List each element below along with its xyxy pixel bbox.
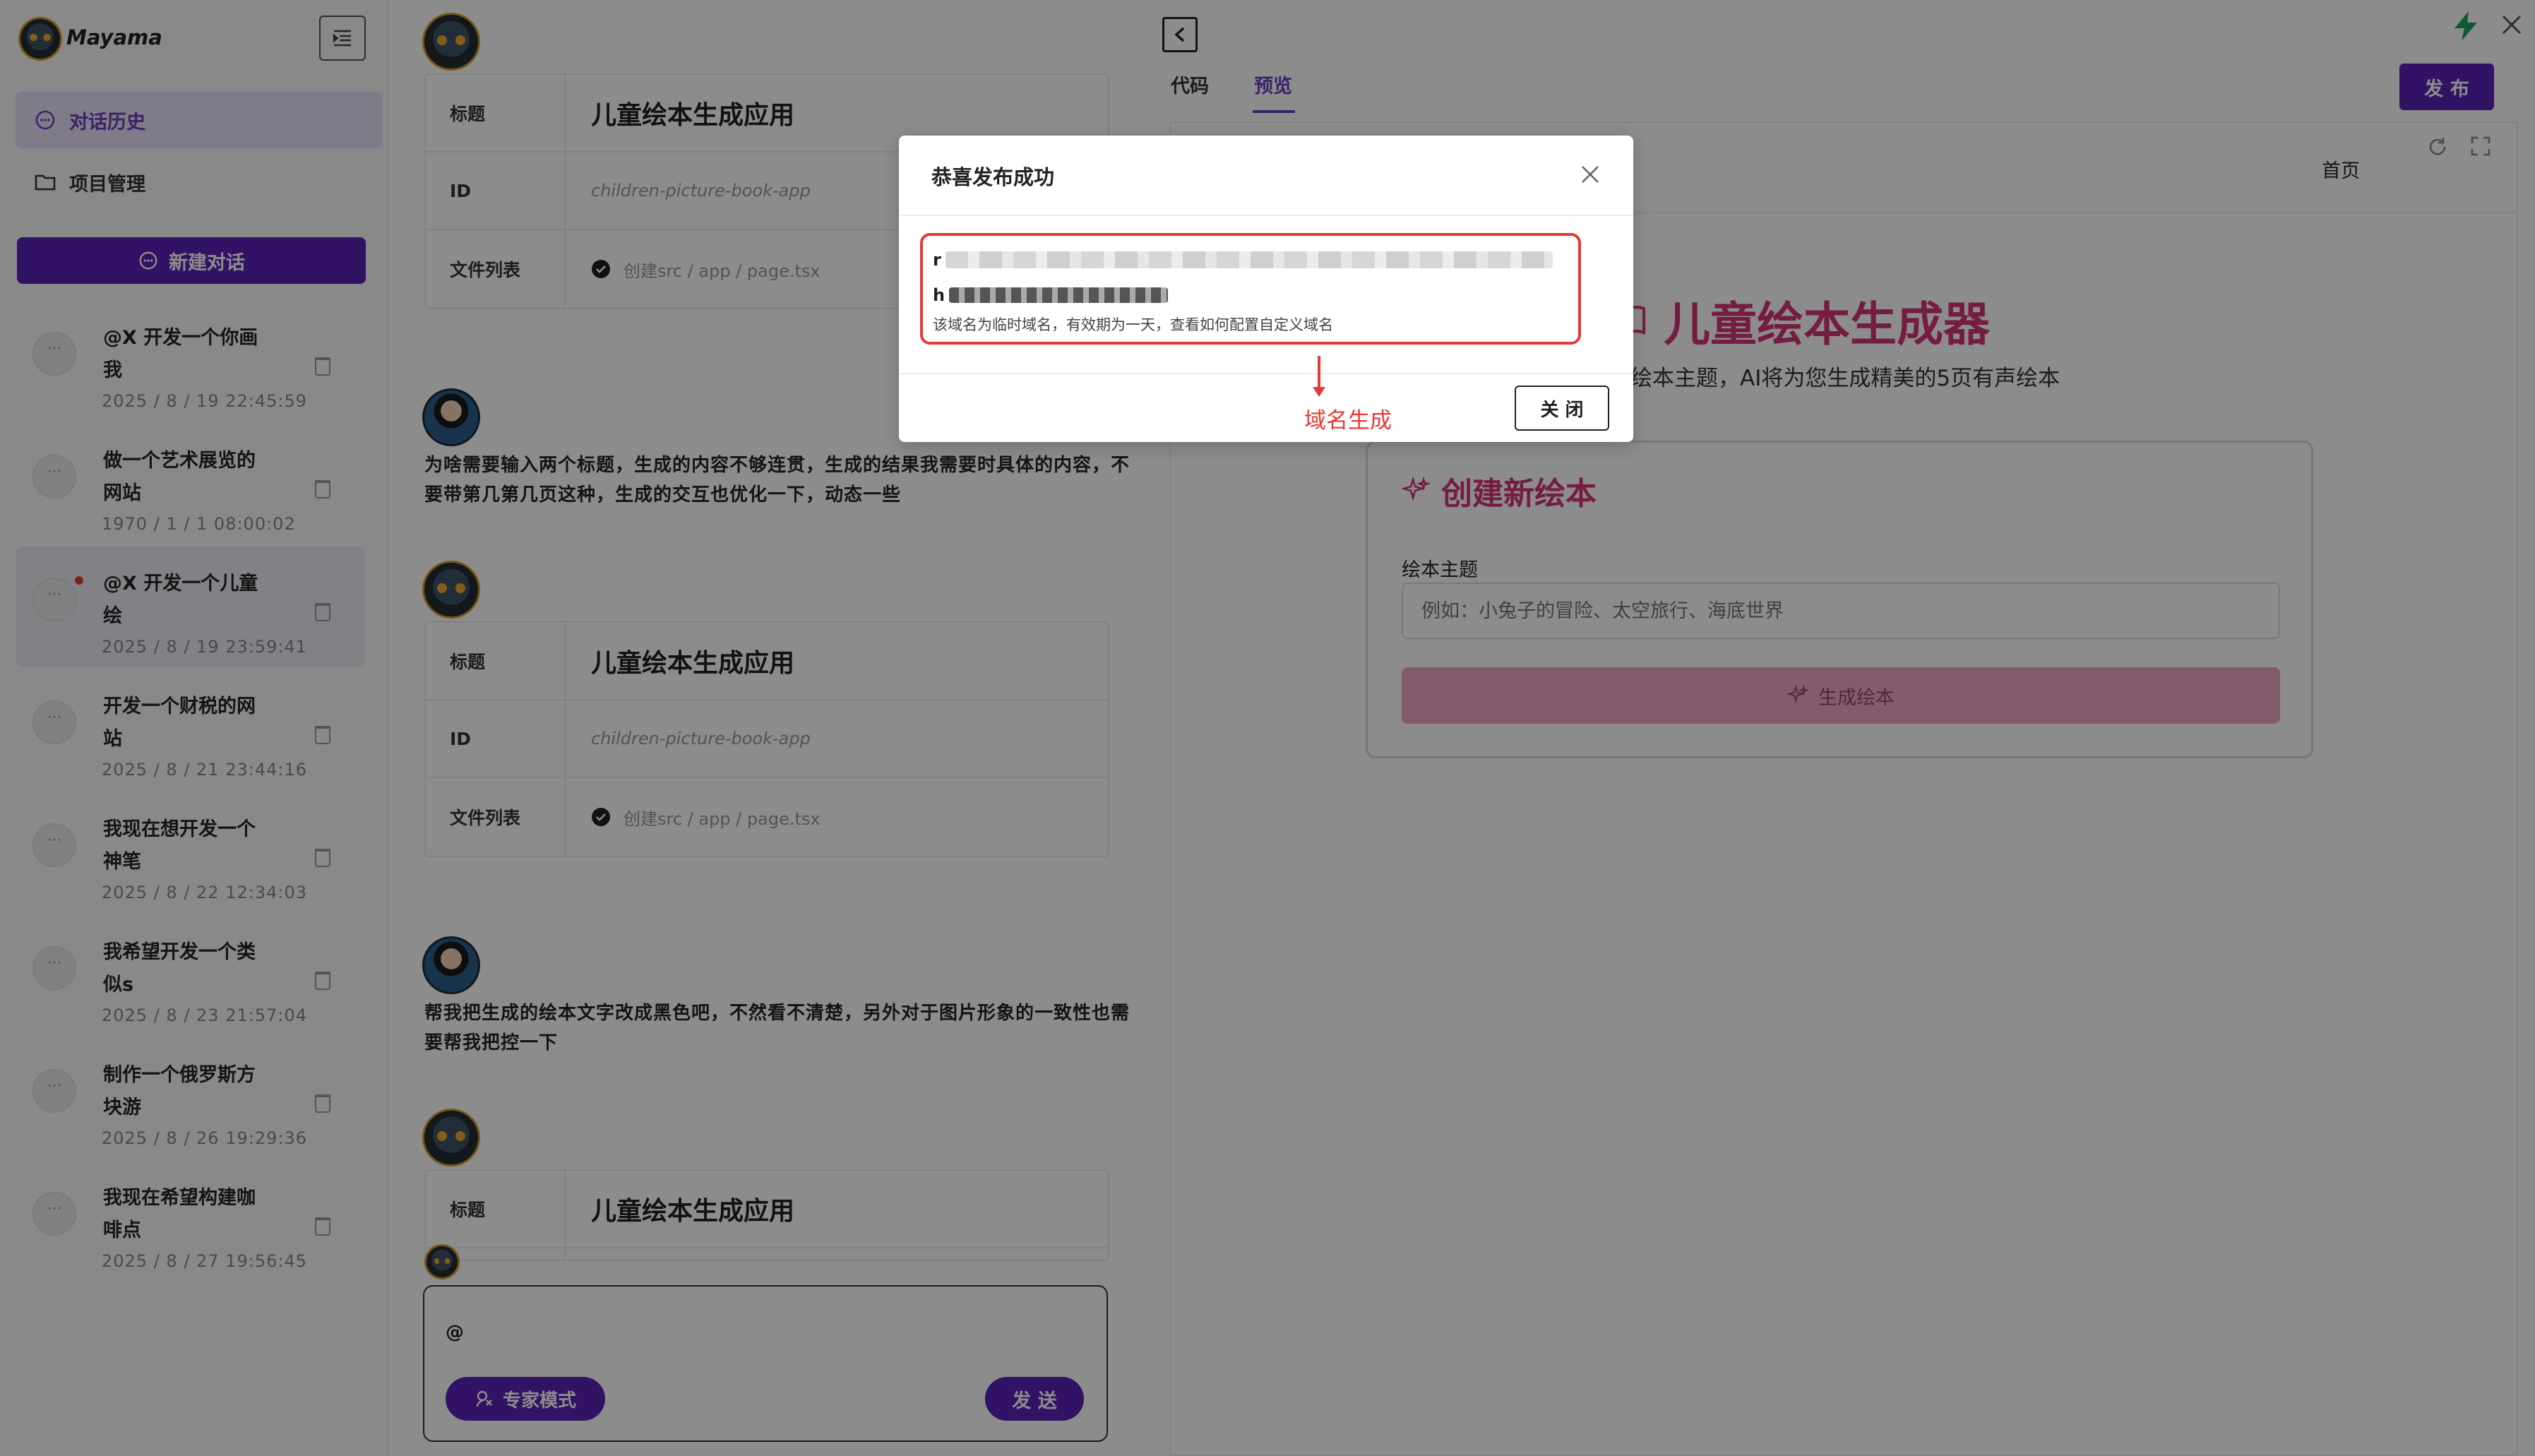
modal-close-button[interactable]: 关 闭	[1515, 386, 1609, 431]
publish-success-modal: 恭喜发布成功 r h 该域名为临时域名，有效期为一天，查看如何配置自定义域名 关…	[899, 136, 1633, 442]
url-prefix: r	[933, 250, 941, 270]
domain-url-line-1[interactable]: r	[933, 250, 1568, 270]
domain-url-line-2[interactable]: h	[933, 285, 1187, 305]
redacted-url	[946, 251, 1553, 268]
close-icon[interactable]	[1580, 164, 1601, 185]
annotation-label: 域名生成	[1304, 402, 1392, 434]
modal-title: 恭喜发布成功	[931, 161, 1054, 191]
modal-divider	[899, 215, 1633, 216]
url-prefix: h	[933, 285, 945, 305]
annotation-arrow-icon	[1311, 354, 1327, 400]
redacted-url	[949, 287, 1168, 303]
temporary-domain-note[interactable]: 该域名为临时域名，有效期为一天，查看如何配置自定义域名	[933, 314, 1333, 335]
modal-divider	[899, 373, 1633, 374]
